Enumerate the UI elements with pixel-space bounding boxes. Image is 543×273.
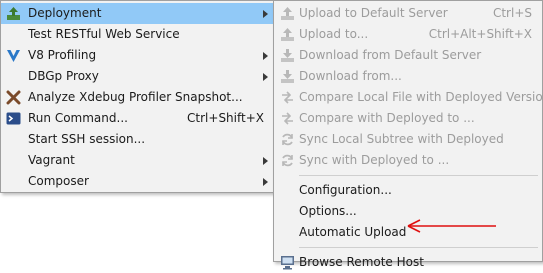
terminal-icon	[6, 111, 21, 126]
menu-item-deployment[interactable]: Deployment	[1, 3, 274, 24]
annotation-arrow-icon	[407, 219, 496, 233]
shortcut-label: Ctrl+Shift+X	[187, 111, 264, 125]
menu-separator	[299, 175, 538, 176]
menu-item-label: Composer	[28, 174, 89, 188]
menu-item-label: Download from...	[299, 69, 402, 83]
menu-item-upload-to[interactable]: Upload to... Ctrl+Alt+Shift+X	[274, 24, 542, 45]
menu-separator	[299, 247, 538, 248]
menu-item-composer[interactable]: Composer	[1, 171, 274, 192]
menu-item-v8-profiling[interactable]: V8 Profiling	[1, 45, 274, 66]
compare-icon	[280, 90, 295, 105]
menu-item-sync-with-deployed[interactable]: Sync with Deployed to ...	[274, 150, 542, 171]
menu-item-label: Compare Local File with Deployed Version	[299, 90, 543, 104]
submenu-arrow-icon	[263, 157, 268, 165]
menu-item-label: Vagrant	[28, 153, 75, 167]
menu-item-label: Compare with Deployed to ...	[299, 111, 475, 125]
xdebug-icon	[6, 90, 21, 105]
menu-item-configuration[interactable]: Configuration...	[274, 180, 542, 201]
menu-item-label: Run Command...	[28, 111, 128, 125]
menu-item-sync-local-subtree[interactable]: Sync Local Subtree with Deployed	[274, 129, 542, 150]
menu-item-label: Start SSH session...	[28, 132, 146, 146]
upload-icon	[280, 6, 295, 21]
menu-item-label: Sync Local Subtree with Deployed	[299, 132, 504, 146]
menu-item-label: Analyze Xdebug Profiler Snapshot...	[28, 90, 243, 104]
menu-item-compare-local-file[interactable]: Compare Local File with Deployed Version	[274, 87, 543, 108]
menu-item-label: Sync with Deployed to ...	[299, 153, 450, 167]
shortcut-label: Ctrl+Alt+Shift+X	[428, 27, 532, 41]
sync-icon	[280, 153, 295, 168]
menu-item-analyze-xdebug[interactable]: Analyze Xdebug Profiler Snapshot...	[1, 87, 274, 108]
shortcut-label: Ctrl+S	[492, 6, 532, 20]
menu-item-label: Automatic Upload	[299, 225, 407, 239]
menu-item-run-command[interactable]: Run Command... Ctrl+Shift+X	[1, 108, 274, 129]
deployment-icon	[6, 6, 21, 21]
remote-host-icon	[280, 255, 295, 270]
menu-item-label: Configuration...	[299, 183, 392, 197]
menu-item-label: Upload to...	[299, 27, 369, 41]
tools-menu: Deployment Test RESTful Web Service V8 P…	[0, 0, 275, 193]
menu-item-label: Browse Remote Host	[299, 255, 424, 269]
download-icon	[280, 48, 295, 63]
menu-item-start-ssh-session[interactable]: Start SSH session...	[1, 129, 274, 150]
menu-item-download-from[interactable]: Download from...	[274, 66, 542, 87]
menu-item-label: Deployment	[28, 6, 102, 20]
menu-item-browse-remote-host[interactable]: Browse Remote Host	[274, 252, 542, 273]
menu-item-vagrant[interactable]: Vagrant	[1, 150, 274, 171]
menu-item-label: Upload to Default Server	[299, 6, 448, 20]
menu-item-dbgp-proxy[interactable]: DBGp Proxy	[1, 66, 274, 87]
submenu-arrow-icon	[263, 178, 268, 186]
submenu-arrow-icon	[263, 73, 268, 81]
menu-item-label: Download from Default Server	[299, 48, 482, 62]
menu-item-label: V8 Profiling	[28, 48, 97, 62]
menu-item-label: Options...	[299, 204, 357, 218]
download-icon	[280, 69, 295, 84]
sync-icon	[280, 132, 295, 147]
compare-icon	[280, 111, 295, 126]
menu-item-label: Test RESTful Web Service	[28, 27, 180, 41]
menu-item-download-default-server[interactable]: Download from Default Server	[274, 45, 542, 66]
menu-item-test-restful-web-service[interactable]: Test RESTful Web Service	[1, 24, 274, 45]
menu-item-compare-with-deployed[interactable]: Compare with Deployed to ...	[274, 108, 542, 129]
submenu-arrow-icon	[263, 52, 268, 60]
submenu-arrow-icon	[263, 10, 268, 18]
menu-item-label: DBGp Proxy	[28, 69, 99, 83]
upload-icon	[280, 27, 295, 42]
menu-item-upload-default-server[interactable]: Upload to Default Server Ctrl+S	[274, 3, 542, 24]
v8-icon	[6, 48, 21, 63]
